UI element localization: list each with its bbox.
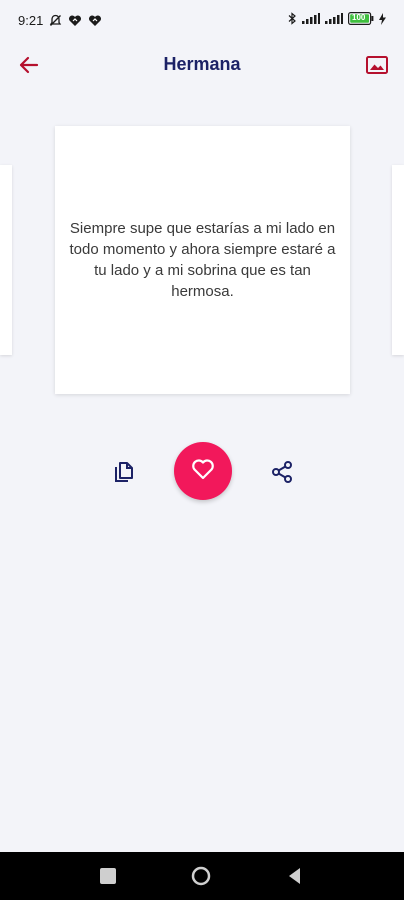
status-right: 100 — [288, 12, 386, 25]
charging-icon — [379, 12, 386, 25]
recents-icon[interactable] — [100, 868, 116, 884]
back-icon[interactable] — [286, 866, 302, 886]
battery-icon: 100 — [348, 12, 374, 25]
battery-level: 100 — [352, 13, 366, 22]
quote-text: Siempre supe que estarías a mi lado en t… — [69, 220, 336, 300]
heart-icon — [88, 14, 102, 27]
heart-outline-icon — [191, 458, 215, 485]
quote-card: Siempre supe que estarías a mi lado en t… — [55, 126, 350, 394]
next-card-peek[interactable] — [392, 165, 404, 355]
status-left: 9:21 — [18, 13, 102, 28]
image-icon[interactable] — [364, 52, 390, 78]
favorite-button[interactable] — [174, 442, 232, 500]
page-title: Hermana — [163, 54, 241, 74]
share-icon[interactable] — [268, 458, 296, 486]
previous-card-peek[interactable] — [0, 165, 12, 355]
bluetooth-icon — [288, 12, 297, 25]
copy-icon[interactable] — [110, 458, 138, 486]
signal-icon — [325, 13, 343, 24]
system-nav-bar — [0, 852, 404, 900]
signal-icon — [302, 13, 320, 24]
heart-icon — [68, 14, 82, 27]
action-bar — [0, 440, 404, 502]
notification-muted-icon — [49, 14, 62, 27]
app-bar: Hermana — [0, 42, 404, 86]
home-icon[interactable] — [191, 866, 211, 886]
status-bar: 9:21 100 — [0, 0, 404, 42]
status-time: 9:21 — [18, 13, 44, 28]
